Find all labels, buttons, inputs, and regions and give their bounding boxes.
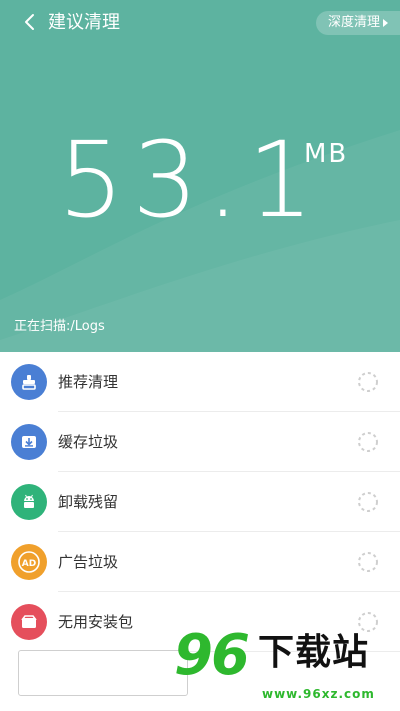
watermark-url: www.96xz.com bbox=[262, 687, 375, 701]
list-item-label: 卸载残留 bbox=[58, 493, 119, 511]
junk-size-unit: MB bbox=[304, 139, 349, 169]
list-item-label: 无用安装包 bbox=[58, 613, 134, 631]
list-item-label: 推荐清理 bbox=[58, 373, 119, 391]
caret-right-icon bbox=[383, 19, 388, 27]
list-item-label: 缓存垃圾 bbox=[58, 433, 119, 451]
page-title: 建议清理 bbox=[48, 12, 120, 33]
list-item-label: 广告垃圾 bbox=[58, 553, 119, 571]
loading-spinner-icon bbox=[358, 372, 378, 392]
download-box-icon bbox=[11, 424, 47, 460]
list-item-ad-junk[interactable]: AD 广告垃圾 bbox=[0, 532, 400, 592]
svg-text:AD: AD bbox=[22, 559, 36, 569]
loading-spinner-icon bbox=[358, 492, 378, 512]
junk-category-list: 推荐清理 缓存垃圾 卸载残留 AD 广告垃圾 无用安装包 bbox=[0, 352, 400, 652]
back-button[interactable] bbox=[18, 10, 42, 34]
package-icon bbox=[11, 604, 47, 640]
watermark-number: 96 bbox=[174, 623, 250, 688]
scan-status-text: 正在扫描:/Logs bbox=[14, 319, 105, 334]
ad-icon: AD bbox=[11, 544, 47, 580]
android-icon bbox=[11, 484, 47, 520]
broom-icon bbox=[11, 364, 47, 400]
junk-size-value: 53.1 bbox=[58, 119, 322, 241]
deep-clean-label: 深度清理 bbox=[327, 15, 380, 30]
loading-spinner-icon bbox=[358, 432, 378, 452]
list-item-cache-junk[interactable]: 缓存垃圾 bbox=[0, 412, 400, 472]
list-item-recommended-clean[interactable]: 推荐清理 bbox=[0, 352, 400, 412]
clean-header: 建议清理 深度清理 53.1 MB 正在扫描:/Logs bbox=[0, 0, 400, 352]
loading-spinner-icon bbox=[358, 552, 378, 572]
chevron-left-icon bbox=[25, 14, 34, 30]
site-watermark: 96 下载站 www.96xz.com bbox=[174, 624, 400, 711]
action-button-area[interactable] bbox=[18, 650, 188, 696]
deep-clean-button[interactable]: 深度清理 bbox=[315, 11, 400, 35]
watermark-text: 下载站 bbox=[258, 632, 370, 673]
list-item-uninstall-residue[interactable]: 卸载残留 bbox=[0, 472, 400, 532]
